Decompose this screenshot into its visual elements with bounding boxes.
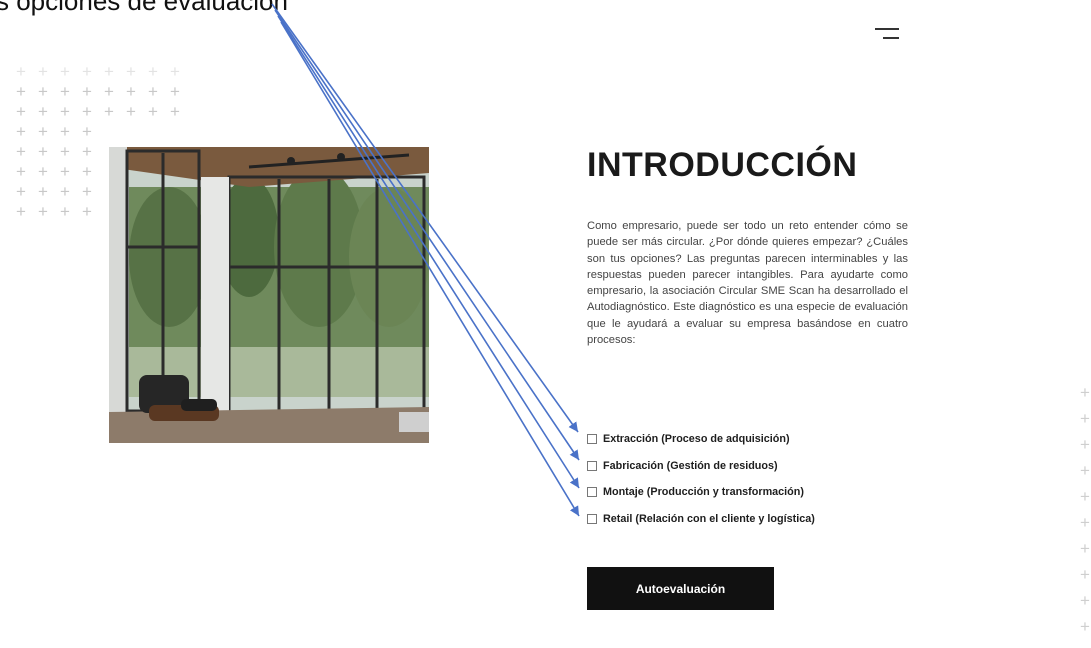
checkbox-fabricacion[interactable] [587,460,597,471]
annotation-label: s opciones de evaluación [0,0,288,16]
process-item-extraccion: Extracción (Proceso de adquisición) [587,426,815,453]
process-label: Extracción (Proceso de adquisición) [603,433,790,446]
checkbox-montaje[interactable] [587,487,597,498]
process-checklist: Extracción (Proceso de adquisición) Fabr… [587,426,815,532]
process-item-fabricacion: Fabricación (Gestión de residuos) [587,453,815,480]
self-assessment-button[interactable]: Autoevaluación [587,567,774,610]
process-label: Fabricación (Gestión de residuos) [603,459,778,472]
process-item-montaje: Montaje (Producción y transformación) [587,479,815,506]
decorative-plus-column: + + + + + + + + + + [1080,383,1090,636]
hamburger-menu-icon[interactable] [873,26,901,42]
section-title: INTRODUCCIÓN [587,146,858,184]
interior-photo [109,147,429,443]
process-label: Retail (Relación con el cliente y logíst… [603,512,815,525]
checkbox-extraccion[interactable] [587,434,597,445]
checkbox-retail[interactable] [587,513,597,524]
process-label: Montaje (Producción y transformación) [603,486,804,499]
process-item-retail: Retail (Relación con el cliente y logíst… [587,506,815,533]
intro-paragraph: Como empresario, puede ser todo un reto … [587,220,908,347]
